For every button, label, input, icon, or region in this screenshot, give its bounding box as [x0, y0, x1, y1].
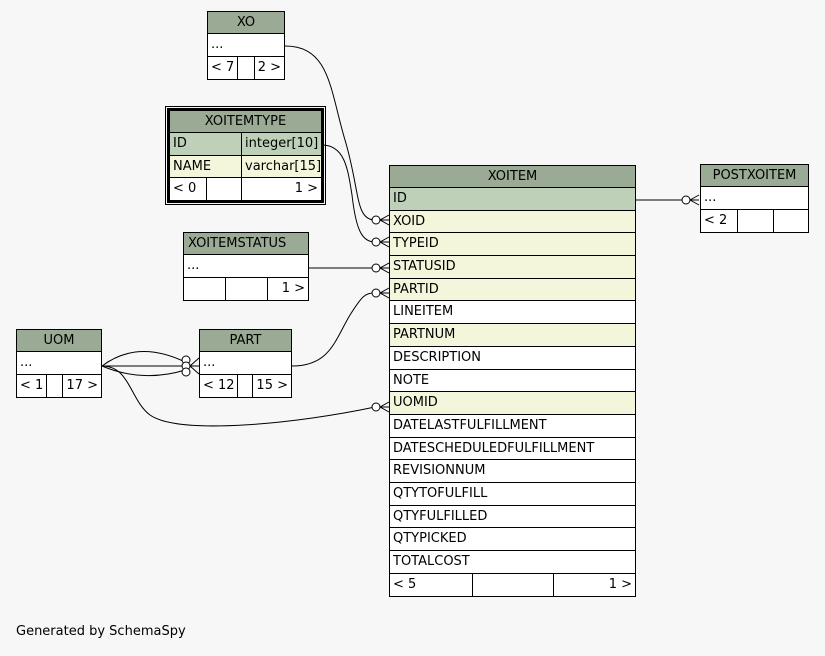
children-count: < 5 — [390, 573, 473, 596]
table-xoitem[interactable]: XOITEM ID XOID TYPEID STATUSID PARTID LINEITE… — [389, 165, 636, 597]
table-row: ... — [208, 34, 284, 57]
cardinality-circle — [371, 263, 381, 273]
table-xo[interactable]: XO ... < 7 2 > — [207, 11, 285, 80]
table-footer: < 7 2 > — [208, 56, 284, 79]
children-count: < 7 — [208, 56, 239, 79]
cardinality-circle — [181, 367, 191, 377]
parents-count: 1 > — [294, 181, 318, 197]
parents-count: 1 > — [608, 576, 632, 592]
table-row: ... — [200, 352, 291, 375]
children-count: < 2 — [701, 209, 738, 232]
crows-foot — [689, 194, 700, 206]
columns-count — [47, 374, 64, 397]
table-row: QTYFULFILLED — [390, 505, 635, 529]
crows-foot — [379, 401, 390, 413]
table-footer: < 2 — [701, 209, 808, 232]
table-row: PARTID — [390, 278, 635, 302]
table-row: ... — [701, 187, 808, 210]
table-name[interactable]: POSTXOITEM — [701, 165, 808, 187]
table-row: ... — [17, 352, 101, 375]
table-footer: < 12 15 > — [200, 374, 291, 397]
table-row: TYPEID — [390, 233, 635, 257]
columns-count — [207, 178, 242, 201]
children-count: < 0 — [170, 178, 207, 201]
cardinality-circle — [681, 195, 691, 205]
parents-count: 2 > — [257, 59, 281, 75]
table-row: REVISIONNUM — [390, 460, 635, 483]
table-row: STATUSID — [390, 256, 635, 279]
generated-by-note: Generated by SchemaSpy — [16, 624, 186, 639]
cardinality-circle — [371, 215, 381, 225]
crows-foot — [379, 236, 390, 248]
table-row: ID — [390, 188, 635, 211]
crows-foot — [379, 262, 390, 274]
cardinality-circle — [371, 288, 381, 298]
column-type: integer[10] — [245, 136, 319, 151]
parents-count: 15 > — [256, 377, 288, 393]
table-xoitemstatus[interactable]: XOITEMSTATUS ... 1 > — [183, 232, 309, 301]
table-row: DATELASTFULFILLMENT — [390, 414, 635, 438]
table-row: DATESCHEDULEDFULFILLMENT — [390, 437, 635, 461]
crows-foot — [379, 287, 390, 299]
columns-count — [738, 209, 774, 232]
table-row: ID integer[10] — [170, 133, 321, 156]
table-row: QTYTOFULFILL — [390, 482, 635, 506]
column-list: ID XOID TYPEID STATUSID PARTID LINEITEM PARTNU… — [390, 188, 635, 574]
table-postxoitem[interactable]: POSTXOITEM ... < 2 — [700, 164, 809, 233]
table-footer: < 5 1 > — [390, 573, 635, 596]
children-count: < 1 — [17, 374, 48, 397]
table-name[interactable]: XO — [208, 12, 284, 34]
table-name[interactable]: XOITEMSTATUS — [184, 233, 308, 255]
table-xoitemtype[interactable]: XOITEMTYPE ID integer[10] NAME varchar[1… — [165, 105, 326, 206]
crows-foot — [379, 214, 390, 226]
column-name: ID — [170, 133, 242, 155]
table-footer: < 0 1 > — [170, 178, 321, 201]
table-row: NAME varchar[15] — [170, 155, 321, 179]
table-row: LINEITEM — [390, 301, 635, 325]
parents-count — [774, 210, 808, 232]
table-name[interactable]: XOITEMTYPE — [170, 111, 321, 133]
table-row: DESCRIPTION — [390, 346, 635, 370]
table-part[interactable]: PART ... < 12 15 > — [199, 329, 292, 398]
table-name[interactable]: XOITEM — [390, 166, 635, 188]
columns-count — [473, 573, 554, 596]
table-uom[interactable]: UOM ... < 1 17 > — [16, 329, 102, 398]
parents-count: 1 > — [281, 280, 305, 296]
cardinality-circle — [371, 402, 381, 412]
table-row: PARTNUM — [390, 324, 635, 347]
children-count — [184, 277, 226, 300]
edge-xoitemtype-typeid — [321, 144, 376, 243]
table-row: XOID — [390, 210, 635, 234]
columns-count — [238, 56, 255, 79]
column-name: NAME — [170, 155, 242, 178]
table-name[interactable]: PART — [200, 330, 291, 352]
crows-foot — [189, 357, 200, 375]
children-count: < 12 — [200, 374, 238, 397]
table-row: UOMID — [390, 392, 635, 415]
columns-count — [226, 277, 268, 300]
table-footer: 1 > — [184, 277, 308, 300]
table-name[interactable]: UOM — [17, 330, 101, 352]
edge-uom-part-b — [101, 365, 186, 377]
table-row: ... — [184, 255, 308, 278]
table-row: NOTE — [390, 369, 635, 393]
edge-uom-part-a — [101, 351, 186, 367]
parents-count: 17 > — [66, 377, 98, 393]
column-type: varchar[15] — [245, 158, 321, 174]
table-footer: < 1 17 > — [17, 374, 101, 397]
table-row: TOTALCOST — [390, 551, 635, 574]
columns-count — [238, 374, 254, 397]
cardinality-circle — [371, 237, 381, 247]
table-row: QTYPICKED — [390, 528, 635, 551]
edge-part-partid — [291, 292, 376, 367]
